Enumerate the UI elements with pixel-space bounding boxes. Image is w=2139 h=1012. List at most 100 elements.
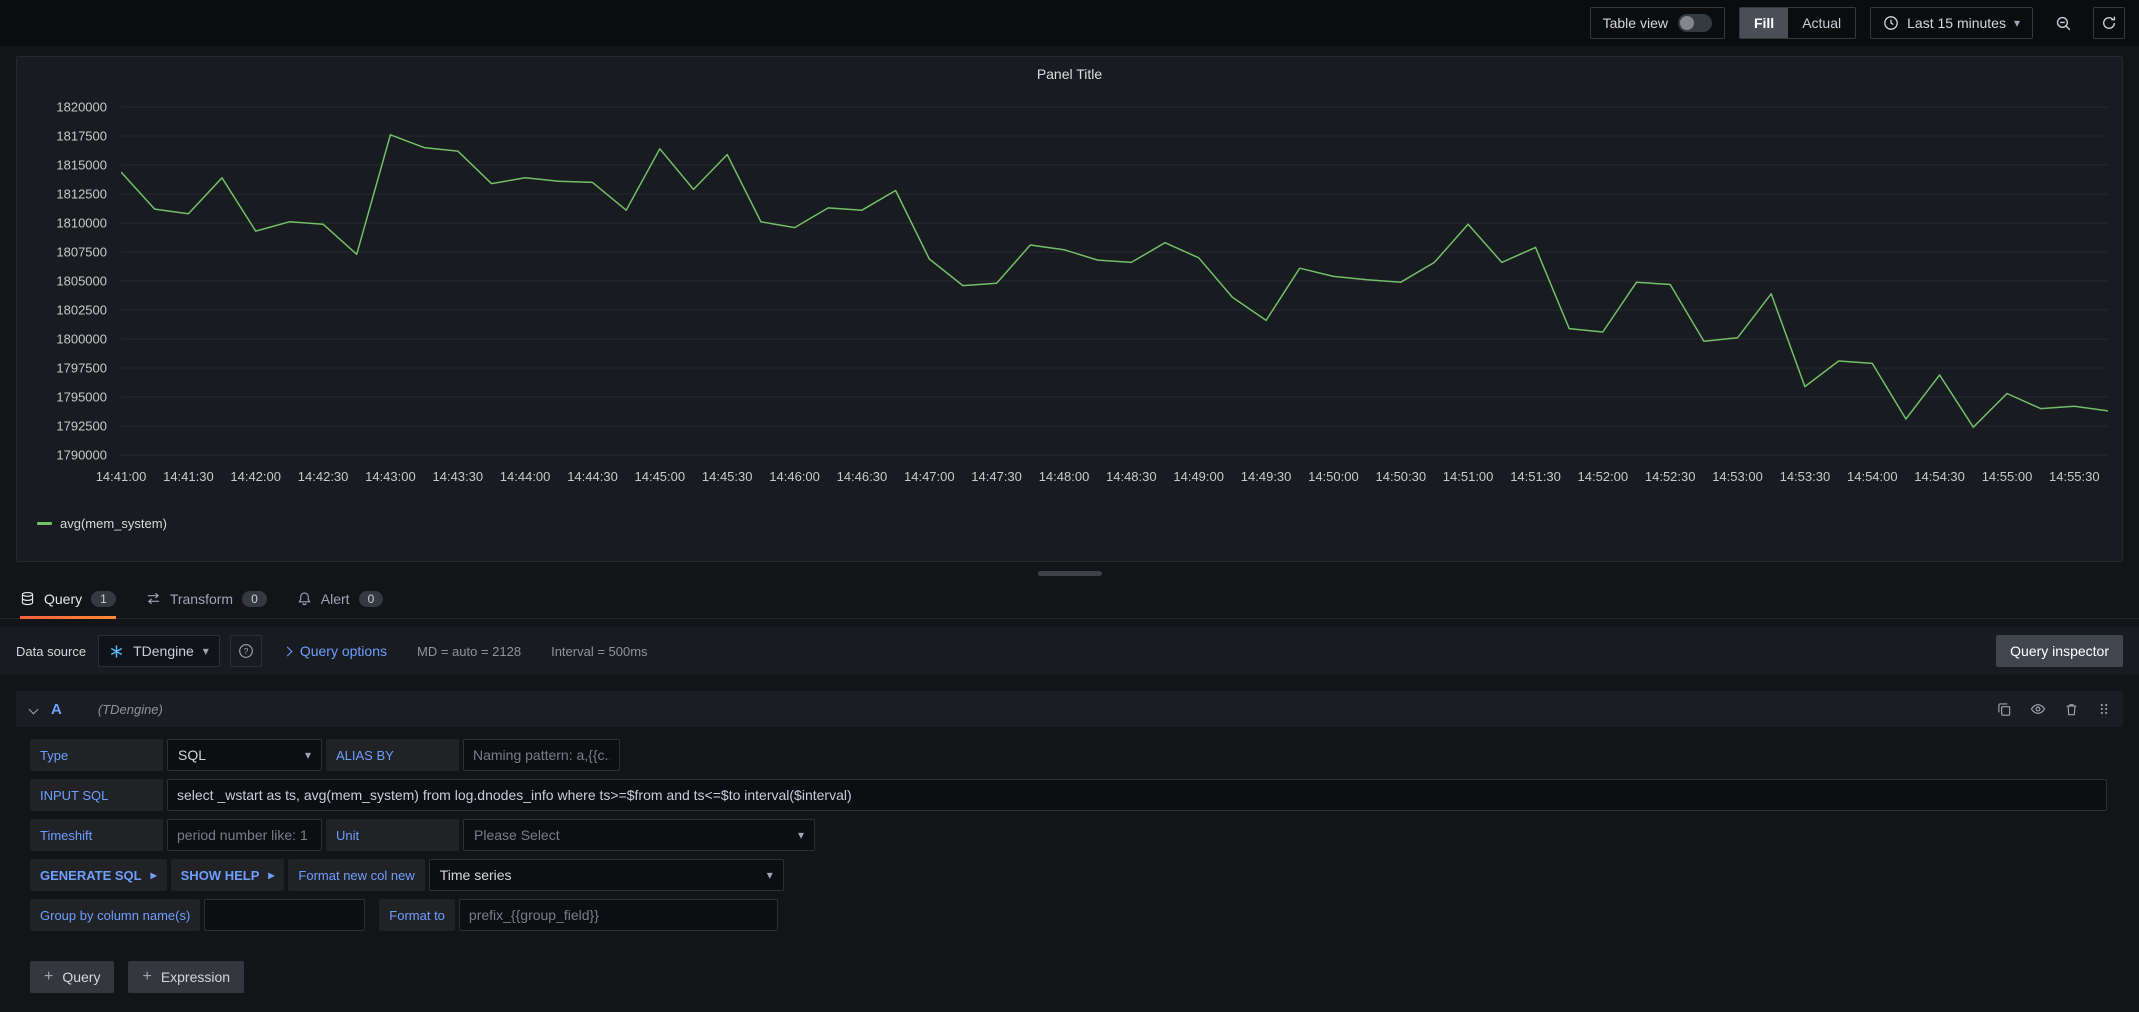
collapse-chevron-icon[interactable] xyxy=(28,704,39,715)
query-form: Type SQL ▾ ALIAS BY INPUT SQL Timeshift … xyxy=(16,727,2123,931)
y-tick-label: 1815000 xyxy=(56,158,107,173)
editor-tabs: Query 1 Transform 0 Alert 0 xyxy=(0,579,2139,619)
alias-by-label: ALIAS BY xyxy=(326,739,459,771)
panel-title[interactable]: Panel Title xyxy=(17,57,2122,91)
datasource-label: Data source xyxy=(16,644,86,659)
x-tick-label: 14:50:00 xyxy=(1308,469,1359,484)
max-datapoints-summary: MD = auto = 2128 xyxy=(417,644,521,659)
footer-actions: + Query + Expression xyxy=(16,961,2123,993)
x-tick-label: 14:49:00 xyxy=(1173,469,1224,484)
query-options-toggle[interactable]: Query options xyxy=(284,643,387,659)
chevron-right-icon xyxy=(282,646,292,656)
delete-query-trash-icon[interactable] xyxy=(2064,702,2079,717)
alias-by-input[interactable] xyxy=(463,739,620,771)
tab-label: Alert xyxy=(321,591,350,607)
panel-size-radio-group: Fill Actual xyxy=(1739,7,1856,39)
x-tick-label: 14:48:00 xyxy=(1039,469,1090,484)
timeshift-input[interactable] xyxy=(167,819,322,851)
datasource-picker[interactable]: TDengine ▾ xyxy=(98,635,220,667)
bell-icon xyxy=(297,591,312,606)
panel: Panel Title 1790000179250017950001797500… xyxy=(16,56,2123,562)
x-tick-label: 14:48:30 xyxy=(1106,469,1157,484)
sql-input[interactable] xyxy=(167,779,2107,811)
y-tick-label: 1807500 xyxy=(56,245,107,260)
size-option-actual[interactable]: Actual xyxy=(1788,8,1855,38)
tab-query[interactable]: Query 1 xyxy=(20,579,116,618)
legend-item[interactable]: avg(mem_system) xyxy=(37,516,167,531)
x-tick-label: 14:44:30 xyxy=(567,469,618,484)
x-tick-label: 14:52:30 xyxy=(1645,469,1696,484)
drag-handle-icon[interactable] xyxy=(2097,702,2111,716)
time-range-label: Last 15 minutes xyxy=(1907,15,2006,31)
y-tick-label: 1805000 xyxy=(56,274,107,289)
plot-area[interactable] xyxy=(121,91,2108,461)
svg-text:?: ? xyxy=(243,646,248,656)
plus-icon: + xyxy=(142,968,151,986)
query-ref-id: A xyxy=(51,701,62,718)
x-tick-label: 14:43:30 xyxy=(432,469,483,484)
format-to-input[interactable] xyxy=(459,899,778,931)
chevron-down-icon: ▾ xyxy=(2014,17,2020,29)
x-tick-label: 14:52:00 xyxy=(1577,469,1628,484)
y-tick-label: 1802500 xyxy=(56,303,107,318)
generate-sql-button[interactable]: GENERATE SQL ▸ xyxy=(30,859,167,891)
table-view-toggle[interactable] xyxy=(1678,14,1712,32)
size-option-fill[interactable]: Fill xyxy=(1740,8,1788,38)
x-tick-label: 14:43:00 xyxy=(365,469,416,484)
x-tick-label: 14:55:30 xyxy=(2049,469,2100,484)
tab-alert[interactable]: Alert 0 xyxy=(297,579,383,618)
add-query-button[interactable]: + Query xyxy=(30,961,114,993)
query-row-actions xyxy=(1997,701,2111,717)
duplicate-query-icon[interactable] xyxy=(1997,702,2012,717)
form-row-timeshift: Timeshift Unit Please Select ▾ xyxy=(30,819,2123,851)
datasource-help-icon[interactable]: ? xyxy=(230,635,262,667)
time-range-picker[interactable]: Last 15 minutes ▾ xyxy=(1870,7,2033,39)
x-tick-label: 14:54:00 xyxy=(1847,469,1898,484)
x-tick-label: 14:51:00 xyxy=(1443,469,1494,484)
interval-summary: Interval = 500ms xyxy=(551,644,647,659)
format-select[interactable]: Time series ▾ xyxy=(429,859,784,891)
x-tick-label: 14:45:00 xyxy=(634,469,685,484)
y-tick-label: 1820000 xyxy=(56,100,107,115)
zoom-out-icon[interactable] xyxy=(2047,7,2079,39)
type-select[interactable]: SQL ▾ xyxy=(167,739,322,771)
x-tick-label: 14:54:30 xyxy=(1914,469,1965,484)
legend-swatch xyxy=(37,522,52,525)
datasource-name: TDengine xyxy=(133,643,194,659)
x-axis-labels: 14:41:0014:41:3014:42:0014:42:3014:43:00… xyxy=(121,469,2108,487)
hide-query-eye-icon[interactable] xyxy=(2030,701,2046,717)
refresh-icon[interactable] xyxy=(2093,7,2125,39)
y-tick-label: 1812500 xyxy=(56,187,107,202)
group-by-label: Group by column name(s) xyxy=(30,899,200,931)
legend-label: avg(mem_system) xyxy=(60,516,167,531)
group-by-input[interactable] xyxy=(204,899,365,931)
x-tick-label: 14:53:00 xyxy=(1712,469,1763,484)
x-tick-label: 14:49:30 xyxy=(1241,469,1292,484)
clock-icon xyxy=(1883,15,1899,31)
database-icon xyxy=(20,591,35,606)
chevron-down-icon: ▾ xyxy=(798,829,804,841)
type-label: Type xyxy=(30,739,163,771)
add-expression-button[interactable]: + Expression xyxy=(128,961,244,993)
x-tick-label: 14:53:30 xyxy=(1780,469,1831,484)
tab-count-badge: 0 xyxy=(242,591,267,607)
pane-resize-handle[interactable] xyxy=(1038,571,1102,576)
timeshift-label: Timeshift xyxy=(30,819,163,851)
table-view-group: Table view xyxy=(1590,7,1725,39)
y-tick-label: 1817500 xyxy=(56,129,107,144)
plus-icon: + xyxy=(44,968,53,986)
query-inspector-button[interactable]: Query inspector xyxy=(1996,635,2123,667)
x-tick-label: 14:46:30 xyxy=(837,469,888,484)
x-tick-label: 14:41:30 xyxy=(163,469,214,484)
y-tick-label: 1797500 xyxy=(56,361,107,376)
tab-transform[interactable]: Transform 0 xyxy=(146,579,267,618)
x-tick-label: 14:42:30 xyxy=(298,469,349,484)
time-series-chart: 1790000179250017950001797500180000018025… xyxy=(25,91,2114,535)
form-row-type: Type SQL ▾ ALIAS BY xyxy=(30,739,2123,771)
form-row-groupby: Group by column name(s) Format to xyxy=(30,899,2123,931)
show-help-button[interactable]: SHOW HELP ▸ xyxy=(171,859,285,891)
form-row-sql: INPUT SQL xyxy=(30,779,2123,811)
query-options-label: Query options xyxy=(300,643,387,659)
unit-select[interactable]: Please Select ▾ xyxy=(463,819,815,851)
x-tick-label: 14:44:00 xyxy=(500,469,551,484)
